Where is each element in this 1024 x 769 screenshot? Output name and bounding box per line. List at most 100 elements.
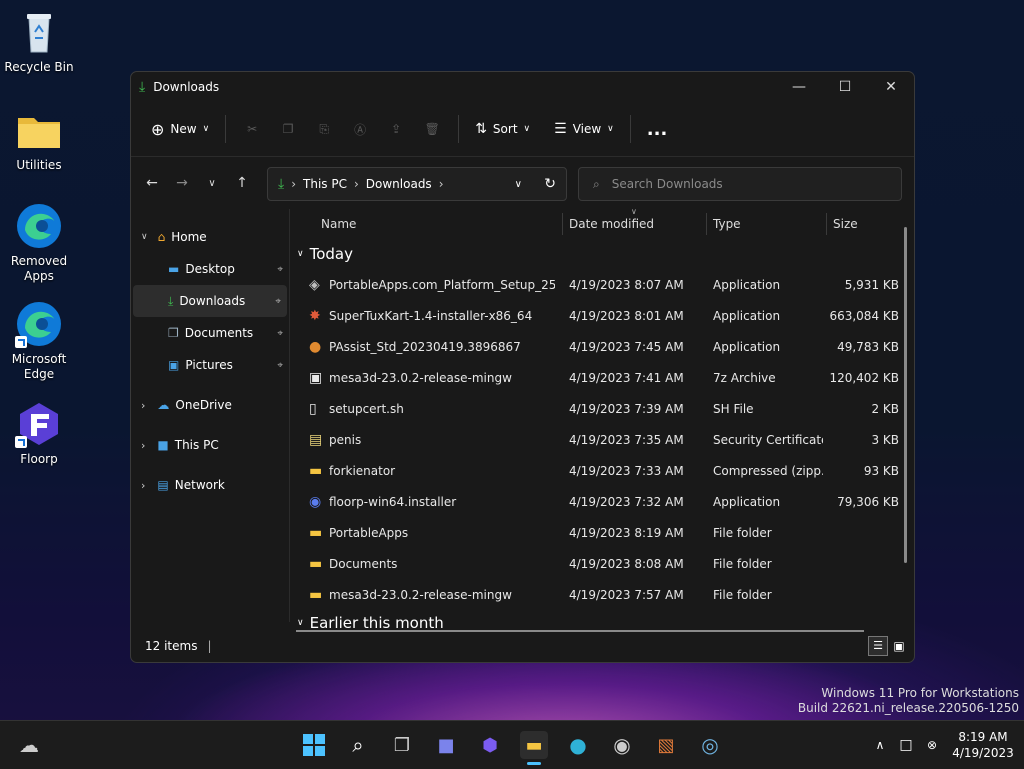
file-explorer-taskbar-button[interactable]: ▬ xyxy=(520,731,548,759)
copy-button[interactable]: ❐ xyxy=(270,113,306,145)
column-divider[interactable] xyxy=(562,213,563,235)
file-row[interactable]: ◈ PortableApps.com_Platform_Setup_25.0...… xyxy=(291,269,911,300)
file-row[interactable]: ◉ floorp-win64.installer 4/19/2023 7:32 AM… xyxy=(291,486,911,517)
search-taskbar-button[interactable]: ⌕ xyxy=(344,731,372,759)
column-divider[interactable] xyxy=(826,213,827,235)
column-header-date[interactable]: Date modified xyxy=(569,217,654,231)
group-header-today[interactable]: ∨ Today xyxy=(291,239,911,269)
recent-locations-button[interactable]: ∨ xyxy=(197,178,227,189)
chevron-down-icon: ∨ xyxy=(607,124,614,134)
file-type: File folder xyxy=(713,587,772,602)
up-button[interactable]: ↑ xyxy=(227,175,257,191)
breadcrumb-downloads[interactable]: Downloads xyxy=(366,177,432,191)
search-box[interactable]: ⌕ Search Downloads xyxy=(578,167,902,201)
sidebar-item-documents[interactable]: ❐ Documents ⌖ xyxy=(131,317,289,349)
column-header-name[interactable]: Name xyxy=(321,217,356,231)
steam-icon: ◉ xyxy=(613,733,631,757)
file-row[interactable]: ✸ SuperTuxKart-1.4-installer-x86_64 4/19/2… xyxy=(291,300,911,331)
maximize-button[interactable]: ☐ xyxy=(822,72,868,102)
globe-app-taskbar-button[interactable]: ◎ xyxy=(696,731,724,759)
delete-button[interactable]: 🗑︎ xyxy=(414,113,450,145)
desktop-icon-microsoft-edge[interactable]: Microsoft Edge xyxy=(4,300,74,382)
task-view-icon: ❐ xyxy=(393,734,411,756)
close-button[interactable]: ✕ xyxy=(868,72,914,102)
task-view-button[interactable]: ❐ xyxy=(388,731,416,759)
title-bar[interactable]: ⤓ Downloads — ☐ ✕ xyxy=(131,72,914,102)
sidebar-item-network[interactable]: › ▤ Network xyxy=(131,469,289,501)
more-options-button[interactable]: ... xyxy=(639,113,676,145)
new-button[interactable]: ⊕ New ∨ xyxy=(143,113,217,145)
floorp-icon: ⬢ xyxy=(482,734,498,756)
network-tray-button[interactable]: □ xyxy=(892,731,920,759)
vertical-scrollbar[interactable] xyxy=(904,227,907,563)
back-button[interactable]: ← xyxy=(137,175,167,191)
refresh-icon[interactable]: ↻ xyxy=(544,176,556,192)
package-app-taskbar-button[interactable]: ▧ xyxy=(652,731,680,759)
file-row[interactable]: ▬ Documents 4/19/2023 8:08 AM File folder xyxy=(291,548,911,579)
toolbar-divider xyxy=(629,115,631,143)
file-row[interactable]: ▬ forkienator 4/19/2023 7:33 AM Compressed … xyxy=(291,455,911,486)
desktop-icon-label: Utilities xyxy=(16,158,62,172)
new-button-label: New xyxy=(170,122,197,136)
sidebar-item-desktop[interactable]: ▬ Desktop ⌖ xyxy=(131,253,289,285)
address-bar[interactable]: ⤓ › This PC › Downloads › ∨ ↻ xyxy=(267,167,567,201)
clock[interactable]: 8:19 AM 4/19/2023 xyxy=(950,729,1016,761)
file-row[interactable]: ▬ PortableApps 4/19/2023 8:19 AM File folde… xyxy=(291,517,911,548)
view-button[interactable]: ☰ View ∨ xyxy=(546,113,622,145)
column-divider[interactable] xyxy=(706,213,707,235)
package-icon: ▧ xyxy=(657,734,675,756)
tiles-view-button[interactable]: ▣ xyxy=(890,637,908,655)
file-row[interactable]: ▣ mesa3d-23.0.2-release-mingw 4/19/2023 7:… xyxy=(291,362,911,393)
desktop-icon-utilities[interactable]: Utilities xyxy=(4,106,74,173)
sidebar-item-onedrive[interactable]: › ☁ OneDrive xyxy=(131,389,289,421)
recycle-bin-icon xyxy=(15,8,63,56)
show-hidden-icons-button[interactable]: ∧ xyxy=(866,731,894,759)
item-count: 12 items xyxy=(145,639,198,653)
edge-taskbar-button[interactable]: ● xyxy=(564,731,592,759)
address-dropdown-icon[interactable]: ∨ xyxy=(515,179,522,190)
status-bar: 12 items | ☰ ▣ xyxy=(131,630,914,662)
share-button[interactable]: ⇪ xyxy=(378,113,414,145)
cut-button[interactable]: ✂ xyxy=(234,113,270,145)
breadcrumb-this-pc[interactable]: This PC xyxy=(303,177,347,191)
rename-button[interactable]: Ⓐ xyxy=(342,113,378,145)
paste-button[interactable]: ⎘ xyxy=(306,113,342,145)
file-type: Application xyxy=(713,494,781,509)
forward-button[interactable]: → xyxy=(167,175,197,191)
start-button[interactable] xyxy=(300,731,328,759)
desktop-icon-removed-apps[interactable]: Removed Apps xyxy=(4,202,74,284)
minimize-button[interactable]: — xyxy=(776,72,822,102)
file-row[interactable]: ▬ mesa3d-23.0.2-release-mingw 4/19/2023 7:… xyxy=(291,579,911,610)
file-row[interactable]: ▯ setupcert.sh 4/19/2023 7:39 AM SH File 2 K… xyxy=(291,393,911,424)
command-bar: ⊕ New ∨ ✂ ❐ ⎘ Ⓐ ⇪ 🗑︎ ⇅ Sort ∨ ☰ View ∨ .… xyxy=(131,102,914,156)
sort-button[interactable]: ⇅ Sort ∨ xyxy=(467,113,538,145)
portableapps-setup-icon: ◈ xyxy=(309,276,320,293)
group-header-earlier[interactable]: ∨ Earlier this month xyxy=(291,608,911,629)
sidebar-item-this-pc[interactable]: › ■ This PC xyxy=(131,429,289,461)
teams-chat-button[interactable]: ■ xyxy=(432,731,460,759)
file-row[interactable]: ● PAssist_Std_20230419.3896867 4/19/2023 7… xyxy=(291,331,911,362)
chevron-down-icon: ∨ xyxy=(141,232,148,242)
desktop-icon-recycle-bin[interactable]: Recycle Bin xyxy=(4,8,74,75)
sidebar-item-label: Network xyxy=(174,478,225,492)
weather-widget[interactable]: ☁ xyxy=(15,731,43,759)
clock-time: 8:19 AM xyxy=(958,730,1008,744)
chevron-right-icon: › xyxy=(141,438,146,452)
column-header-size[interactable]: Size xyxy=(833,217,858,231)
volume-tray-button[interactable]: ⊗ xyxy=(918,731,946,759)
clock-date: 4/19/2023 xyxy=(952,746,1014,760)
clipboard-icon: ⎘ xyxy=(319,121,329,136)
file-row[interactable]: ▤ penis 4/19/2023 7:35 AM Security Certific… xyxy=(291,424,911,455)
floorp-taskbar-button[interactable]: ⬢ xyxy=(476,731,504,759)
sidebar-item-label: This PC xyxy=(174,438,219,452)
details-view-button[interactable]: ☰ xyxy=(868,636,888,656)
breadcrumb-separator-icon: › xyxy=(438,177,444,191)
sidebar-item-home[interactable]: ∨ ⌂ Home xyxy=(131,221,289,253)
download-arrow-icon: ⤓ xyxy=(168,293,174,308)
sidebar-item-downloads[interactable]: ⤓ Downloads ⌖ xyxy=(133,285,287,317)
steam-taskbar-button[interactable]: ◉ xyxy=(608,731,636,759)
desktop-icon-floorp[interactable]: Floorp xyxy=(4,400,74,467)
column-header-type[interactable]: Type xyxy=(713,217,741,231)
file-size: 93 KB xyxy=(863,463,899,478)
sidebar-item-pictures[interactable]: ▣ Pictures ⌖ xyxy=(131,349,289,381)
